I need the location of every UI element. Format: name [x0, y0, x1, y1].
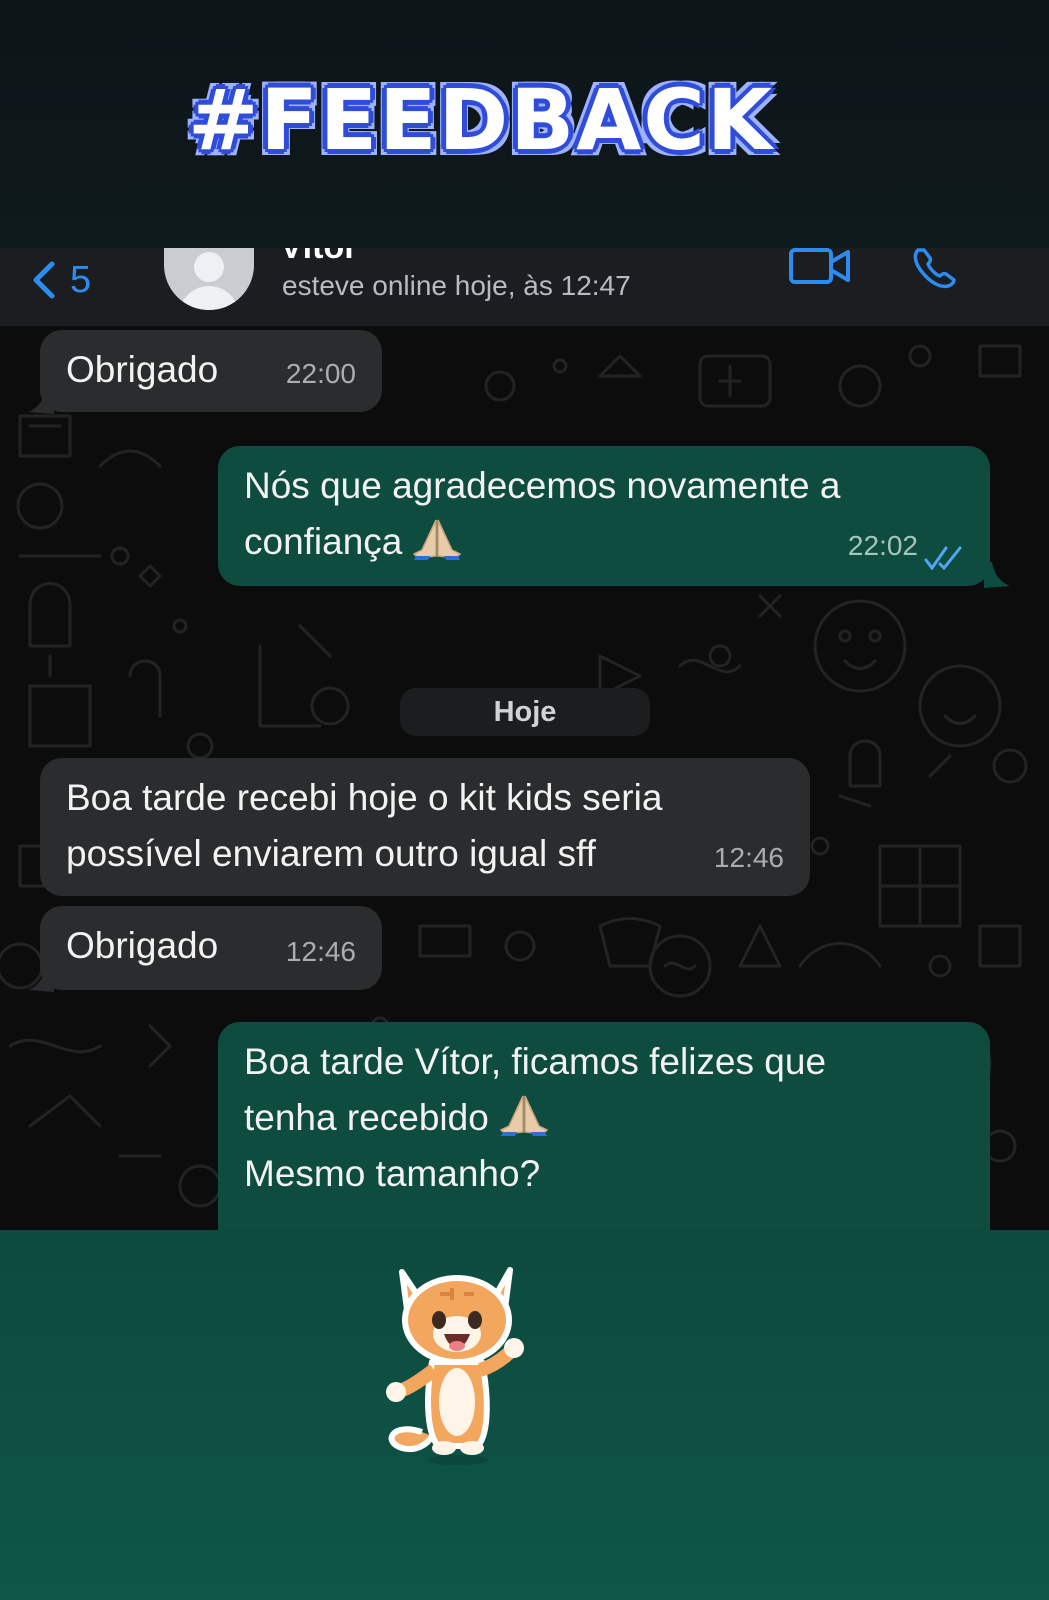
message-time: 22:02: [847, 530, 918, 561]
message-line: Mesmo tamanho?: [244, 1153, 541, 1194]
phone-icon[interactable]: [912, 248, 958, 292]
back-button[interactable]: 5: [30, 248, 91, 312]
video-call-icon[interactable]: [788, 248, 854, 288]
chat-header: 5 Vítor esteve online hoje, às 12:47: [0, 248, 1049, 326]
message-line: tenha recebido: [244, 1097, 489, 1138]
double-check-icon: [924, 546, 962, 570]
message-line: confiança: [244, 521, 403, 562]
message-outgoing[interactable]: Nós que agradecemos novamente a confianç…: [218, 446, 990, 586]
folded-hands-emoji: [499, 1095, 549, 1136]
message-line: Boa tarde recebi hoje o kit kids seria: [66, 777, 663, 818]
message-text: Obrigado: [66, 925, 219, 966]
date-separator: Hoje: [400, 688, 650, 736]
story-banner: #FEEDBACK: [0, 0, 1049, 248]
bubble-tail: [984, 562, 1010, 588]
message-time: 22:00: [285, 358, 356, 389]
last-seen-status: esteve online hoje, às 12:47: [282, 270, 631, 301]
message-incoming[interactable]: Boa tarde recebi hoje o kit kids seria p…: [40, 758, 810, 896]
message-outgoing[interactable]: Boa tarde Vítor, ficamos felizes que ten…: [218, 1022, 990, 1230]
message-line: Nós que agradecemos novamente a: [244, 465, 841, 506]
chevron-left-icon: [33, 261, 55, 299]
feedback-title: #FEEDBACK: [188, 71, 775, 169]
avatar-icon[interactable]: [164, 248, 254, 310]
message-line: possível enviarem outro igual sff: [66, 833, 596, 874]
chat-area[interactable]: Obrigado 22:00 Nós que agradecemos novam…: [0, 326, 1049, 1230]
cat-sticker: [386, 1267, 524, 1465]
message-time: 12:46: [285, 936, 356, 967]
message-incoming[interactable]: Obrigado 12:46: [40, 906, 382, 990]
unread-count: 5: [70, 258, 92, 301]
bubble-tail: [28, 966, 54, 992]
folded-hands-emoji: [413, 519, 462, 560]
message-line: Boa tarde Vítor, ficamos felizes que: [244, 1041, 827, 1082]
message-text: Obrigado: [66, 349, 219, 390]
message-incoming[interactable]: Obrigado 22:00: [40, 330, 382, 412]
bubble-tail: [28, 388, 54, 414]
story-bottom-area: [0, 1230, 1049, 1600]
message-time: 12:46: [713, 842, 784, 873]
contact-name[interactable]: Vítor: [280, 248, 357, 267]
